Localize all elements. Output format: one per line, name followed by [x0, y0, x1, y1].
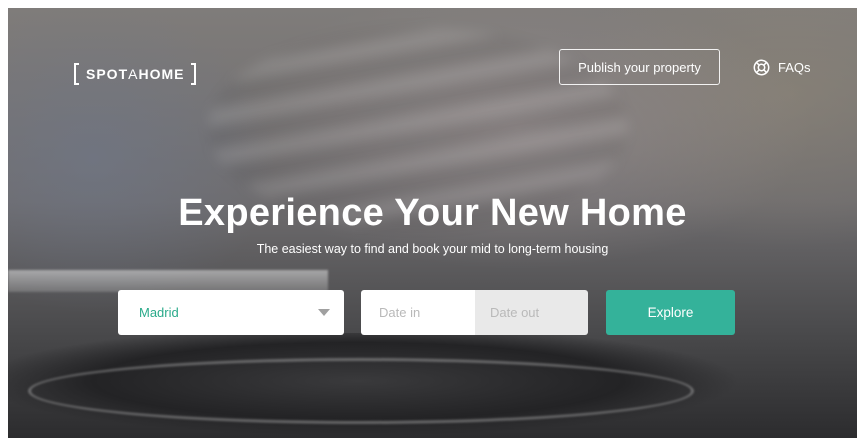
- logo-left-bracket: [74, 63, 79, 85]
- publish-property-label: Publish your property: [578, 59, 701, 75]
- faqs-link[interactable]: FAQs: [753, 57, 811, 77]
- hero-title: Experience Your New Home: [178, 192, 687, 234]
- publish-property-button[interactable]: Publish your property: [559, 49, 720, 85]
- spotahome-logo[interactable]: SPOTAHOME: [74, 60, 197, 88]
- hero-subtitle: The easiest way to find and book your mi…: [256, 242, 609, 256]
- logo-right-bracket: [191, 63, 197, 85]
- background-tonearm: [8, 270, 328, 292]
- city-select[interactable]: Madrid: [118, 290, 344, 335]
- explore-button[interactable]: Explore: [606, 290, 735, 335]
- date-in-field[interactable]: [361, 290, 475, 335]
- hero-background: SPOTAHOME Publish your property FAQs Exp…: [8, 8, 857, 438]
- background-record-rim: [28, 358, 694, 424]
- logo-text: SPOTAHOME: [86, 66, 185, 82]
- city-select-value: Madrid: [139, 305, 179, 320]
- faqs-label: FAQs: [778, 59, 811, 75]
- date-out-field[interactable]: [475, 290, 588, 335]
- chevron-down-icon: [318, 309, 330, 316]
- lifebuoy-icon: [753, 59, 770, 75]
- explore-label: Explore: [647, 305, 694, 320]
